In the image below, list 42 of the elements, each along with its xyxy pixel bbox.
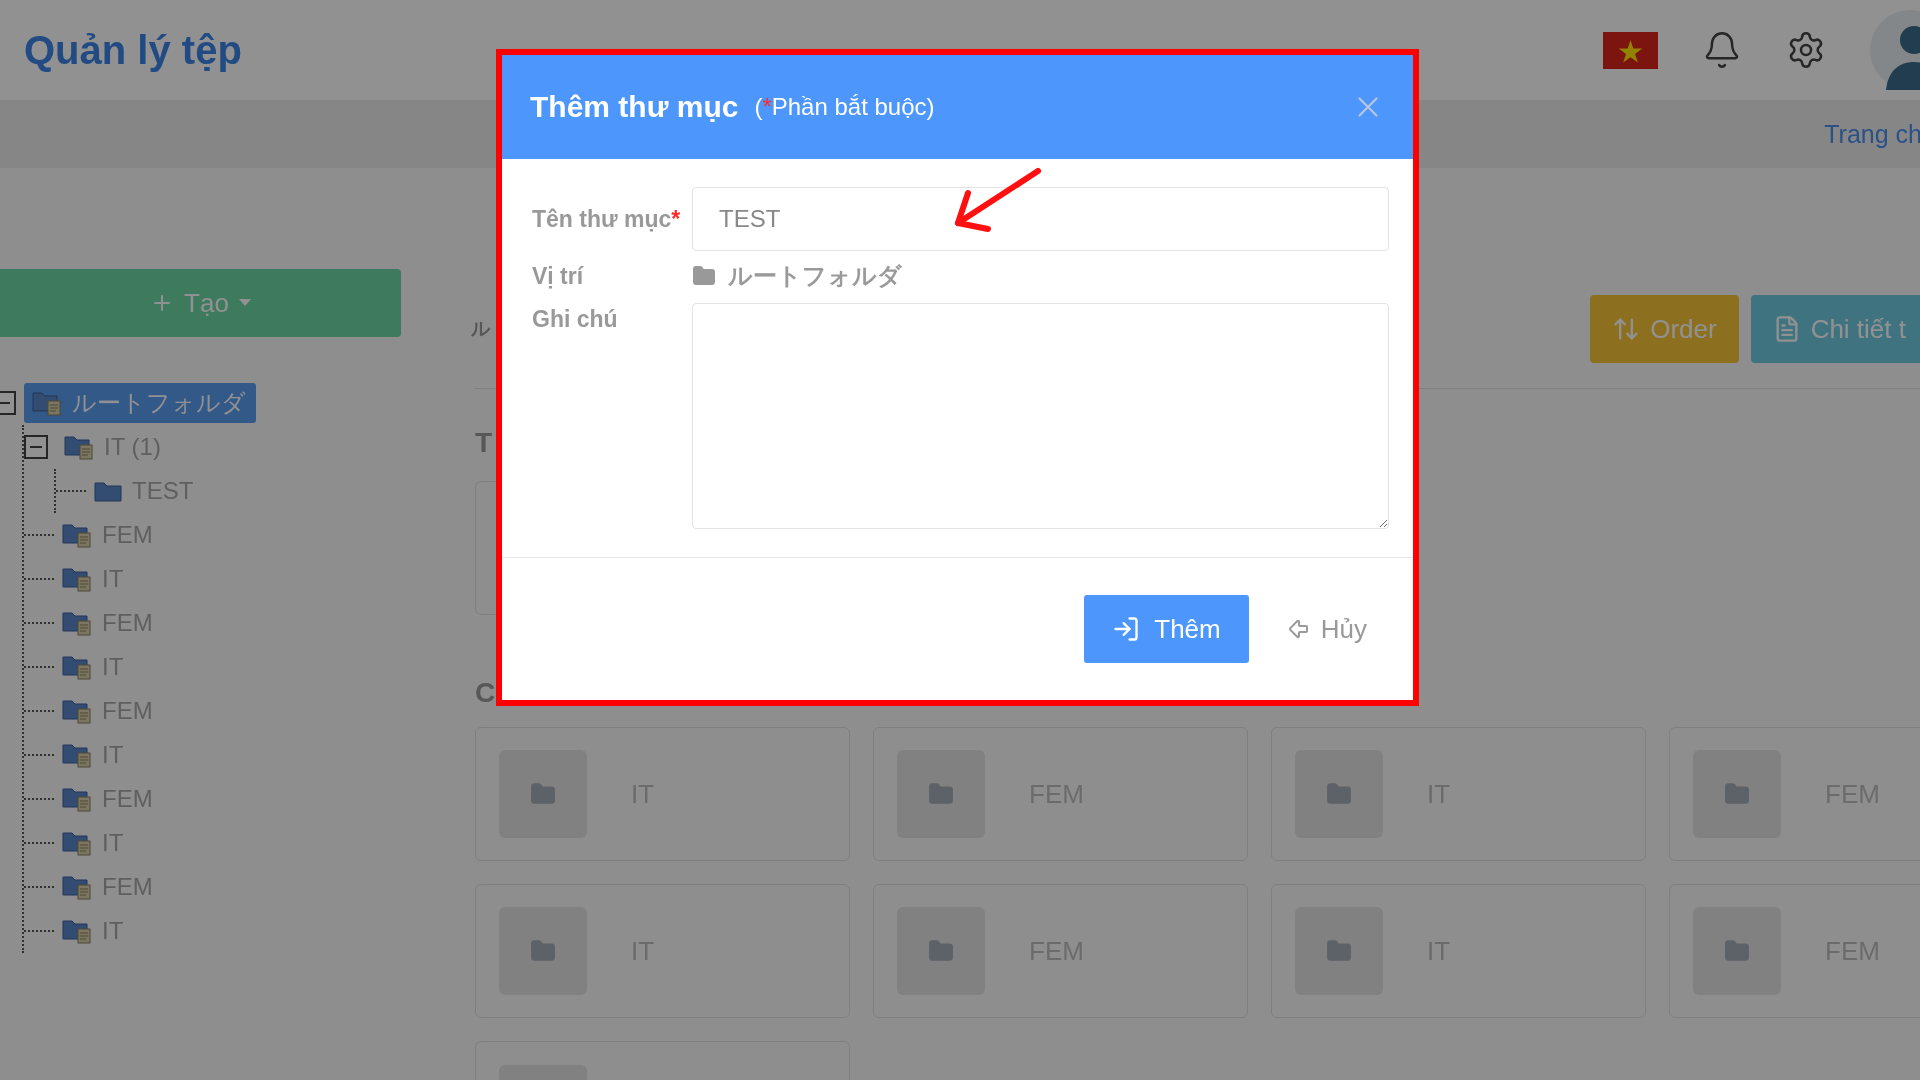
folder-icon bbox=[94, 480, 122, 502]
login-icon bbox=[1112, 615, 1141, 643]
add-button[interactable]: Thêm bbox=[1084, 595, 1249, 663]
caret-icon bbox=[238, 299, 251, 307]
folder-icon bbox=[1724, 938, 1750, 964]
folder-document-icon bbox=[62, 610, 92, 636]
folder-icon bbox=[1326, 938, 1352, 964]
folder-document-icon bbox=[62, 874, 92, 900]
details-button[interactable]: Chi tiết t bbox=[1750, 295, 1920, 363]
dialog-title: Thêm thư mục bbox=[530, 90, 739, 124]
field-label: Vị trí bbox=[532, 262, 585, 291]
cancel-button[interactable]: Hủy bbox=[1276, 595, 1377, 663]
folder-document-icon bbox=[62, 786, 92, 812]
field-label: Tên thư mục* bbox=[532, 205, 682, 234]
field-label: Ghi chú bbox=[532, 305, 619, 334]
folder-document-icon bbox=[62, 698, 92, 724]
folder-document-icon bbox=[62, 654, 92, 680]
page-title: Quản lý tệp bbox=[24, 27, 242, 73]
folder-document-icon bbox=[62, 742, 92, 768]
folder-name-input[interactable]: TEST bbox=[692, 187, 1389, 251]
breadcrumb-link[interactable]: Trang ch bbox=[1824, 119, 1920, 149]
folder-document-icon bbox=[62, 566, 92, 592]
collapse-toggle[interactable] bbox=[24, 435, 48, 459]
back-arrow-icon bbox=[1286, 617, 1311, 641]
required-note: (*Phần bắt buộc) bbox=[754, 93, 935, 121]
folder-icon bbox=[928, 938, 954, 964]
folder-icon bbox=[1724, 781, 1750, 807]
tree-item[interactable]: ルートフォルダ bbox=[24, 383, 256, 423]
folder-icon bbox=[692, 264, 716, 288]
folder-document-icon bbox=[62, 522, 92, 548]
create-button[interactable]: Tạo bbox=[0, 269, 401, 337]
order-button[interactable]: Order bbox=[1590, 295, 1739, 363]
location-value: ルートフォルダ bbox=[728, 261, 902, 292]
folder-document-icon bbox=[62, 918, 92, 944]
folder-icon bbox=[530, 781, 556, 807]
flag-icon[interactable] bbox=[1603, 31, 1658, 69]
folder-icon bbox=[1326, 781, 1352, 807]
folder-document-icon bbox=[64, 434, 94, 460]
folder-icon bbox=[530, 938, 556, 964]
folder-icon bbox=[928, 781, 954, 807]
folder-document-icon bbox=[62, 830, 92, 856]
folder-document-icon bbox=[32, 390, 62, 416]
